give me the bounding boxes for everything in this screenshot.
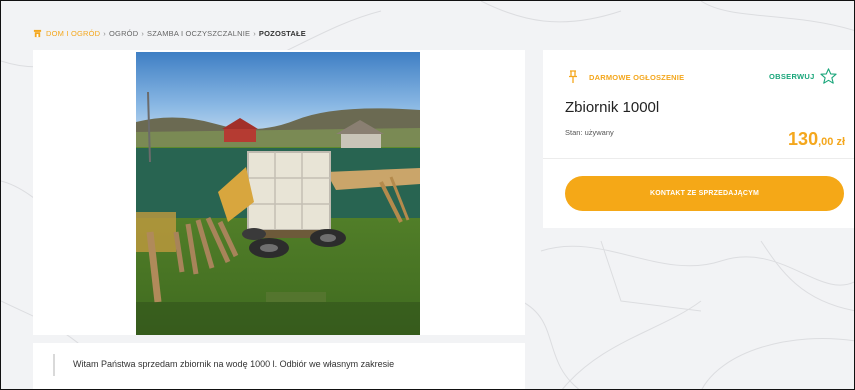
quote-bar [53,354,55,376]
listing-photo[interactable] [136,52,420,335]
price: 130,00 zł [788,129,845,150]
divider [543,158,854,159]
breadcrumb-item-current: POZOSTAŁE [258,29,307,38]
pin-icon [569,70,577,83]
watch-button[interactable]: OBSERWUJ [769,68,837,84]
breadcrumb-separator: › [253,29,256,38]
breadcrumb-separator: › [141,29,145,38]
page-frame: DOM I OGRÓD › OGRÓD › SZAMBA I OCZYSZCZA… [0,0,855,390]
price-main: 130 [788,129,819,149]
breadcrumb-item-ogrod[interactable]: OGRÓD [109,29,138,38]
breadcrumb-item-dom-i-ogrod[interactable]: DOM I OGRÓD [46,29,100,38]
star-outline-icon [819,68,837,84]
description-box: Witam Państwa sprzedam zbiornik na wodę … [33,343,525,389]
condition-text: Stan: używany [565,128,614,137]
listing-card: DARMOWE OGŁOSZENIE OBSERWUJ Zbiornik 100… [543,50,854,228]
breadcrumb-item-szamba[interactable]: SZAMBA I OCZYSZCZALNIE [147,29,250,38]
free-listing-label: DARMOWE OGŁOSZENIE [589,72,685,82]
description-text: Witam Państwa sprzedam zbiornik na wodę … [73,359,395,369]
price-decimals: ,00 zł [818,136,845,148]
watch-label: OBSERWUJ [769,71,815,81]
free-listing-badge: DARMOWE OGŁOSZENIE [567,70,684,84]
home-icon [33,29,42,38]
contact-seller-button[interactable]: KONTAKT ZE SPRZEDAJĄCYM [565,176,844,211]
breadcrumb: DOM I OGRÓD › OGRÓD › SZAMBA I OCZYSZCZA… [33,29,306,38]
breadcrumb-separator: › [103,29,106,38]
listing-title: Zbiornik 1000l [565,99,660,116]
